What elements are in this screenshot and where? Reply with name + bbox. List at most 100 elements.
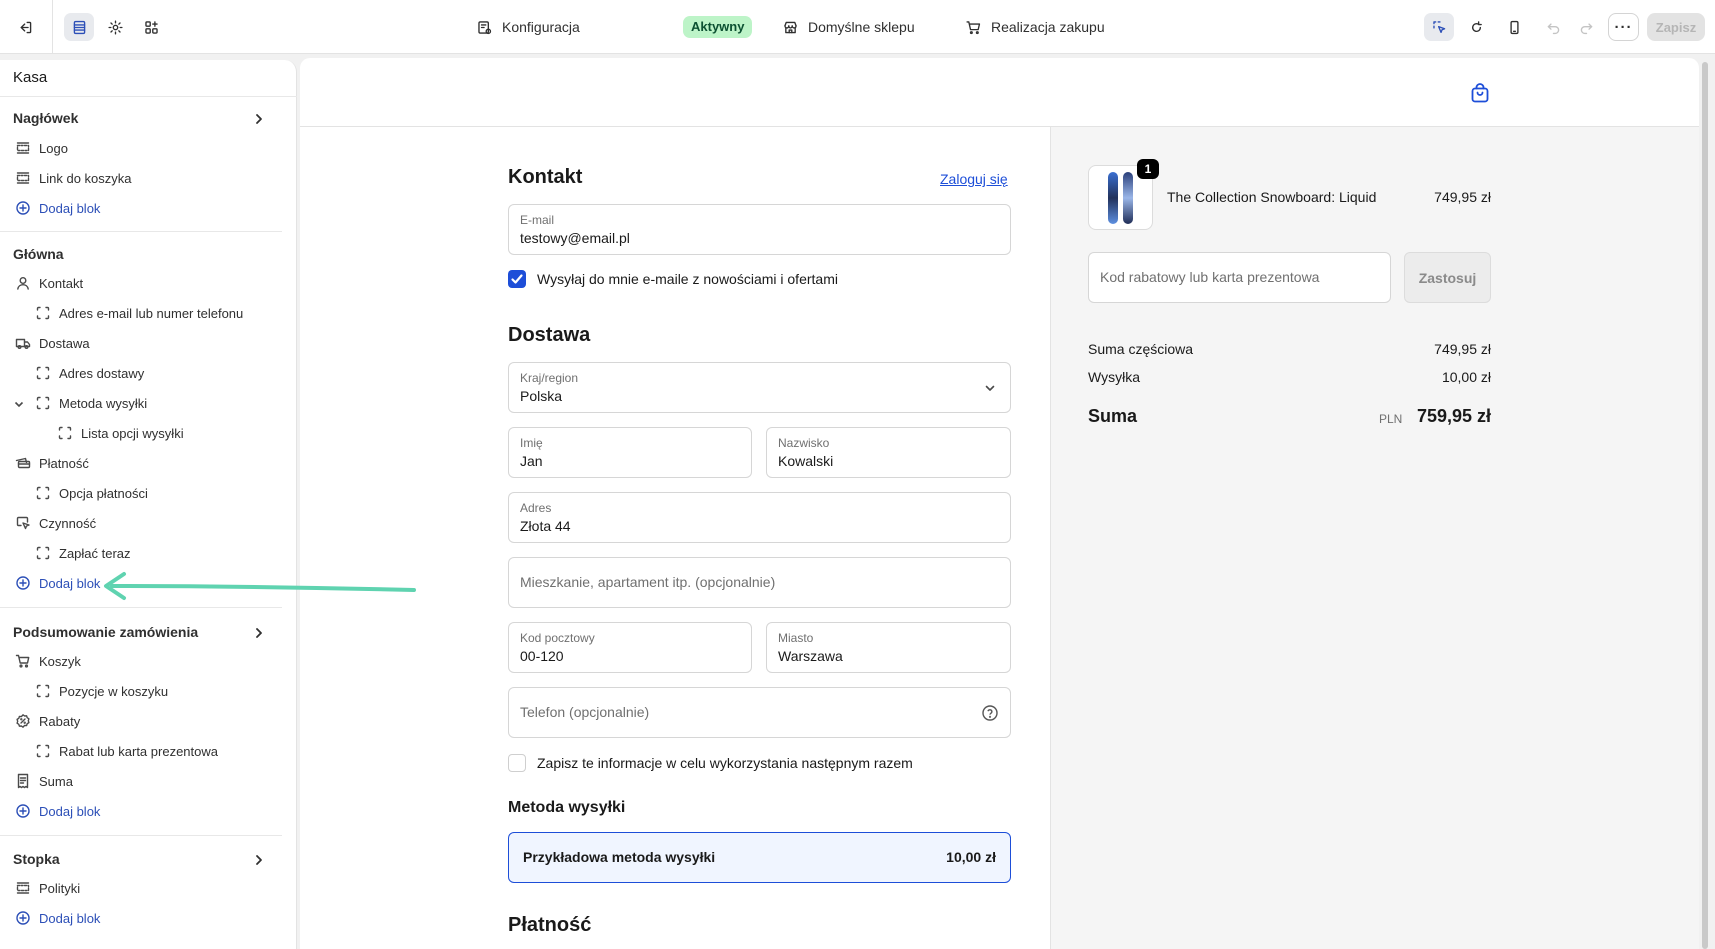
- sidebar-item-label: Zapłać teraz: [59, 545, 131, 561]
- sidebar-item-delivery[interactable]: Dostawa: [15, 333, 90, 353]
- sidebar-item-label: Płatność: [39, 455, 89, 471]
- sidebar-title: Kasa: [13, 69, 48, 86]
- sidebar-item-email-phone[interactable]: Adres e-mail lub numer telefonu: [35, 303, 243, 323]
- section-order-summary[interactable]: Podsumowanie zamówienia: [13, 624, 198, 640]
- first-name-field[interactable]: Imię Jan: [508, 427, 752, 478]
- newsletter-checkbox[interactable]: [508, 270, 526, 288]
- add-block-button-main[interactable]: Dodaj blok: [15, 573, 100, 593]
- block-placeholder-icon: [36, 744, 50, 758]
- checkout-header: [300, 58, 1699, 127]
- chevron-right-icon[interactable]: [252, 853, 266, 867]
- sidebar-item-cart[interactable]: Koszyk: [15, 651, 81, 671]
- sidebar-item-contact[interactable]: Kontakt: [15, 273, 83, 293]
- scrollbar-thumb[interactable]: [1702, 62, 1708, 949]
- mobile-preview-button[interactable]: [1499, 13, 1529, 41]
- more-actions-button[interactable]: ···: [1608, 13, 1639, 41]
- sidebar-item-payment[interactable]: Płatność: [15, 453, 89, 473]
- last-name-value: Kowalski: [778, 453, 834, 469]
- login-link[interactable]: Zaloguj się: [940, 171, 1008, 187]
- sidebar-item-delivery-address[interactable]: Adres dostawy: [35, 363, 144, 383]
- phone-field[interactable]: Telefon (opcjonalnie): [508, 687, 1011, 738]
- country-select[interactable]: Kraj/region Polska: [508, 362, 1011, 413]
- sidebar-item-shipping-method[interactable]: Metoda wysyłki: [35, 393, 147, 413]
- sidebar-item-cart-link[interactable]: Link do koszyka: [15, 168, 132, 188]
- delivery-heading: Dostawa: [508, 324, 591, 346]
- redo-button[interactable]: [1571, 13, 1601, 41]
- first-name-value: Jan: [520, 453, 543, 469]
- sidebar-item-label: Link do koszyka: [39, 170, 132, 186]
- save-button[interactable]: Zapisz: [1647, 13, 1705, 41]
- exit-button[interactable]: [10, 13, 40, 41]
- apps-button[interactable]: [136, 13, 166, 41]
- chevron-right-icon[interactable]: [252, 626, 266, 640]
- add-block-label: Dodaj blok: [39, 200, 101, 216]
- add-block-button-summary[interactable]: Dodaj blok: [15, 801, 100, 821]
- block-icon: [16, 142, 30, 154]
- block-icon: [16, 172, 30, 184]
- preview-scrollbar[interactable]: [1701, 60, 1709, 949]
- section-main[interactable]: Główna: [13, 246, 64, 262]
- chevron-right-icon[interactable]: [252, 112, 266, 126]
- add-block-button-header[interactable]: Dodaj blok: [15, 198, 100, 218]
- truck-icon: [15, 338, 31, 349]
- sidebar-divider: [0, 607, 282, 608]
- sidebar-item-policies[interactable]: Polityki: [15, 878, 80, 898]
- save-info-checkbox[interactable]: [508, 754, 526, 772]
- sidebar-item-label: Lista opcji wysyłki: [81, 425, 184, 441]
- redo-icon: [1580, 22, 1592, 34]
- apply-discount-button[interactable]: Zastosuj: [1404, 252, 1491, 303]
- payment-heading: Płatność: [508, 914, 592, 936]
- checkmark-icon: [511, 274, 523, 284]
- chevron-down-icon[interactable]: [13, 398, 25, 410]
- refresh-button[interactable]: [1461, 13, 1491, 41]
- status-badge: Aktywny: [683, 16, 753, 38]
- postal-code-field[interactable]: Kod pocztowy 00-120: [508, 622, 752, 673]
- sidebar-item-total[interactable]: Suma: [15, 771, 73, 791]
- city-field[interactable]: Miasto Warszawa: [766, 622, 1011, 673]
- add-block-label: Dodaj blok: [39, 575, 101, 591]
- sidebar-item-cart-items[interactable]: Pozycje w koszyku: [35, 681, 168, 701]
- sidebar-item-pay-now[interactable]: Zapłać teraz: [35, 543, 131, 563]
- sidebar-item-label: Opcja płatności: [59, 485, 148, 501]
- last-name-field[interactable]: Nazwisko Kowalski: [766, 427, 1011, 478]
- checkout-preview: Kontakt Zaloguj się E-mail testowy@email…: [300, 58, 1699, 949]
- section-header[interactable]: Nagłówek: [13, 110, 78, 126]
- sidebar-item-action[interactable]: Czynność: [15, 513, 96, 533]
- sidebar-item-shipping-options[interactable]: Lista opcji wysyłki: [57, 423, 184, 443]
- shopping-bag-icon[interactable]: [1469, 82, 1491, 104]
- section-footer[interactable]: Stopka: [13, 851, 60, 867]
- sections-button[interactable]: [64, 13, 94, 41]
- settings-button[interactable]: [100, 13, 130, 41]
- sidebar-item-discounts[interactable]: Rabaty: [15, 711, 80, 731]
- person-icon: [17, 277, 29, 290]
- undo-icon: [1547, 22, 1559, 34]
- cart-icon: [966, 20, 981, 34]
- help-circle-icon[interactable]: [981, 704, 999, 722]
- add-block-button-footer[interactable]: Dodaj blok: [15, 908, 100, 928]
- subtotal-label: Suma częściowa: [1088, 341, 1194, 357]
- discount-placeholder: Kod rabatowy lub karta prezentowa: [1100, 269, 1320, 285]
- snowboard-image: [1123, 171, 1133, 224]
- sidebar-item-discount-gift[interactable]: Rabat lub karta prezentowa: [35, 741, 218, 761]
- address-field[interactable]: Adres Złota 44: [508, 492, 1011, 543]
- store-icon: [784, 21, 797, 33]
- sidebar-item-payment-option[interactable]: Opcja płatności: [35, 483, 148, 503]
- sidebar-item-logo[interactable]: Logo: [15, 138, 68, 158]
- checkout-menu[interactable]: Realizacja zakupu: [965, 15, 1105, 39]
- plus-circle-icon: [16, 576, 30, 590]
- store-menu[interactable]: Domyślne sklepu: [782, 15, 915, 39]
- plus-circle-icon: [16, 804, 30, 818]
- sidebar-divider: [0, 835, 282, 836]
- apps-icon: [144, 20, 158, 34]
- apartment-field[interactable]: Mieszkanie, apartament itp. (opcjonalnie…: [508, 557, 1011, 608]
- shipping-cost-label: Wysyłka: [1088, 369, 1140, 385]
- refresh-icon: [1471, 20, 1482, 32]
- block-placeholder-icon: [36, 396, 50, 410]
- email-field[interactable]: E-mail testowy@email.pl: [508, 204, 1011, 255]
- undo-button[interactable]: [1538, 13, 1568, 41]
- discount-icon: [16, 714, 30, 728]
- config-menu[interactable]: Konfiguracja: [476, 15, 580, 39]
- shipping-option[interactable]: Przykładowa metoda wysyłki 10,00 zł: [508, 832, 1011, 883]
- discount-input[interactable]: Kod rabatowy lub karta prezentowa: [1088, 252, 1391, 303]
- inspector-button[interactable]: [1424, 13, 1454, 41]
